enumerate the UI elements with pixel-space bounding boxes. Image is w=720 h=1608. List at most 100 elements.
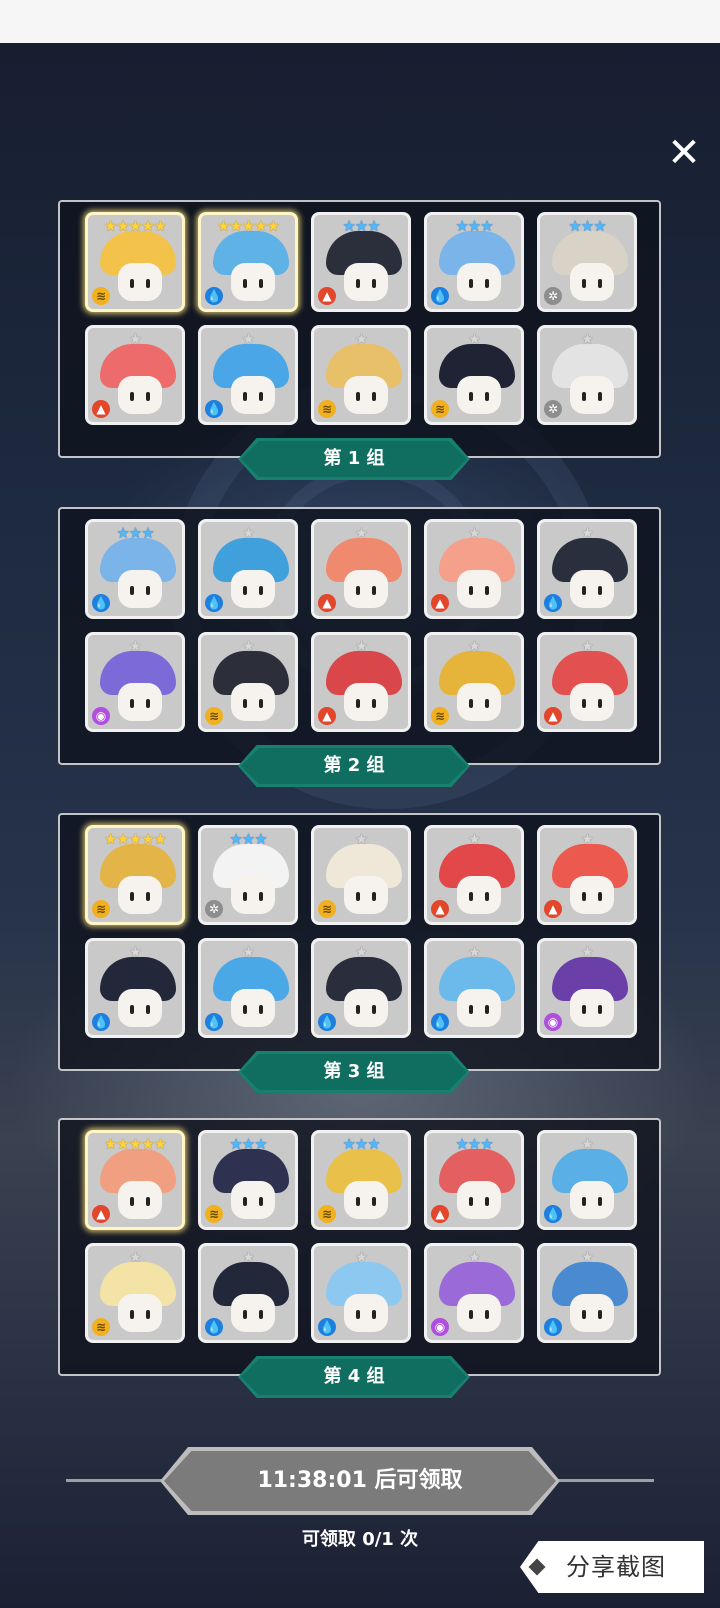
hero-card[interactable]: ★ ◉ [85,632,185,732]
star-rating-icon: ★ [354,524,368,542]
hero-card[interactable]: ★ 💧 [85,938,185,1038]
status-bar [0,0,720,43]
star-rating-icon: ★ [128,943,142,961]
hero-portrait-face [457,683,501,721]
hero-card[interactable]: ★ ≋ [424,632,524,732]
hero-card[interactable]: ★ 💧 [198,519,298,619]
hero-portrait-face [118,376,162,414]
star-rating-icon: ★ [354,330,368,348]
hero-card[interactable]: ★ ≋ [311,825,411,925]
hero-card[interactable]: ★★★ ▲ [311,212,411,312]
star-rating-icon: ★ [354,637,368,655]
hero-card[interactable]: ★ ▲ [311,519,411,619]
share-screenshot-button[interactable]: 分享截图 [520,1541,704,1593]
hero-card[interactable]: ★ ▲ [537,632,637,732]
group-label: 第 1 组 [238,438,470,480]
share-button-label: 分享截图 [566,1553,666,1581]
hero-card[interactable]: ★ ≋ [311,325,411,425]
hero-portrait-face [344,570,388,608]
fire-element-icon: ▲ [431,1205,449,1223]
hero-card[interactable]: ★ ▲ [537,825,637,925]
water-element-icon: 💧 [205,287,223,305]
hero-portrait-face [570,1294,614,1332]
hero-card[interactable]: ★★★ 💧 [85,519,185,619]
hero-portrait-face [344,876,388,914]
hero-card[interactable]: ★ 💧 [198,938,298,1038]
hero-card[interactable]: ★ ≋ [424,325,524,425]
water-element-icon: 💧 [92,594,110,612]
hero-card[interactable]: ★ ◉ [424,1243,524,1343]
hero-portrait-face [570,683,614,721]
star-rating-icon: ★★★ [455,1135,493,1153]
star-rating-icon: ★ [467,830,481,848]
hero-card[interactable]: ★★★★★ ▲ [85,1130,185,1230]
group-label: 第 4 组 [238,1356,470,1398]
hero-portrait-face [231,570,275,608]
star-rating-icon: ★★★★★ [216,217,280,235]
gear-element-icon: ✲ [544,287,562,305]
hero-portrait-face [344,1181,388,1219]
group-label-text: 第 4 组 [323,1366,385,1387]
star-rating-icon: ★ [241,943,255,961]
close-icon[interactable]: ✕ [663,132,705,174]
arcane-element-icon: ◉ [92,707,110,725]
hero-portrait-face [344,376,388,414]
star-rating-icon: ★ [128,330,142,348]
hero-card[interactable]: ★ ◉ [537,938,637,1038]
hero-card[interactable]: ★ 💧 [311,1243,411,1343]
hero-card[interactable]: ★★★ ≋ [311,1130,411,1230]
hero-card[interactable]: ★ ▲ [311,632,411,732]
hero-card[interactable]: ★★★ ✲ [198,825,298,925]
hero-card[interactable]: ★ ≋ [85,1243,185,1343]
star-rating-icon: ★ [580,524,594,542]
fire-element-icon: ▲ [318,707,336,725]
star-rating-icon: ★ [354,830,368,848]
water-element-icon: 💧 [205,1318,223,1336]
hero-card[interactable]: ★★★ ≋ [198,1130,298,1230]
water-element-icon: 💧 [431,1013,449,1031]
hero-card[interactable]: ★★★★★ ≋ [85,825,185,925]
star-rating-icon: ★ [241,1248,255,1266]
hero-portrait-face [570,876,614,914]
star-rating-icon: ★ [467,1248,481,1266]
hero-portrait-face [231,1181,275,1219]
star-rating-icon: ★★★ [229,830,267,848]
hero-card[interactable]: ★ ▲ [424,519,524,619]
hero-portrait-face [570,263,614,301]
water-element-icon: 💧 [544,594,562,612]
star-rating-icon: ★ [241,330,255,348]
group-label: 第 3 组 [238,1051,470,1093]
claim-button-label: 11:38:01 后可领取 [257,1468,463,1493]
hero-portrait-face [118,570,162,608]
hero-card[interactable]: ★★★ ▲ [424,1130,524,1230]
star-rating-icon: ★ [128,1248,142,1266]
hero-card[interactable]: ★ ✲ [537,325,637,425]
hero-card[interactable]: ★★★★★ ≋ [85,212,185,312]
hero-card[interactable]: ★ 💧 [198,325,298,425]
star-rating-icon: ★ [467,637,481,655]
hero-card[interactable]: ★ 💧 [198,1243,298,1343]
water-element-icon: 💧 [205,1013,223,1031]
claim-button[interactable]: 11:38:01 后可领取 [160,1447,560,1515]
hero-portrait-face [457,1181,501,1219]
star-rating-icon: ★ [241,637,255,655]
group-label-text: 第 1 组 [323,448,385,469]
hero-portrait-face [570,989,614,1027]
hero-card[interactable]: ★★★★★ 💧 [198,212,298,312]
hero-card[interactable]: ★ ≋ [198,632,298,732]
hero-card[interactable]: ★ ▲ [85,325,185,425]
hero-portrait-face [570,570,614,608]
hero-card[interactable]: ★ ▲ [424,825,524,925]
hero-card[interactable]: ★ 💧 [537,519,637,619]
star-rating-icon: ★ [128,637,142,655]
hero-card[interactable]: ★ 💧 [537,1130,637,1230]
hero-card[interactable]: ★★★ ✲ [537,212,637,312]
hero-card[interactable]: ★ 💧 [311,938,411,1038]
arcane-element-icon: ◉ [431,1318,449,1336]
fire-element-icon: ▲ [544,707,562,725]
hero-card[interactable]: ★ 💧 [537,1243,637,1343]
hero-card[interactable]: ★ 💧 [424,938,524,1038]
water-element-icon: 💧 [205,594,223,612]
hero-card[interactable]: ★★★ 💧 [424,212,524,312]
star-rating-icon: ★ [580,1248,594,1266]
